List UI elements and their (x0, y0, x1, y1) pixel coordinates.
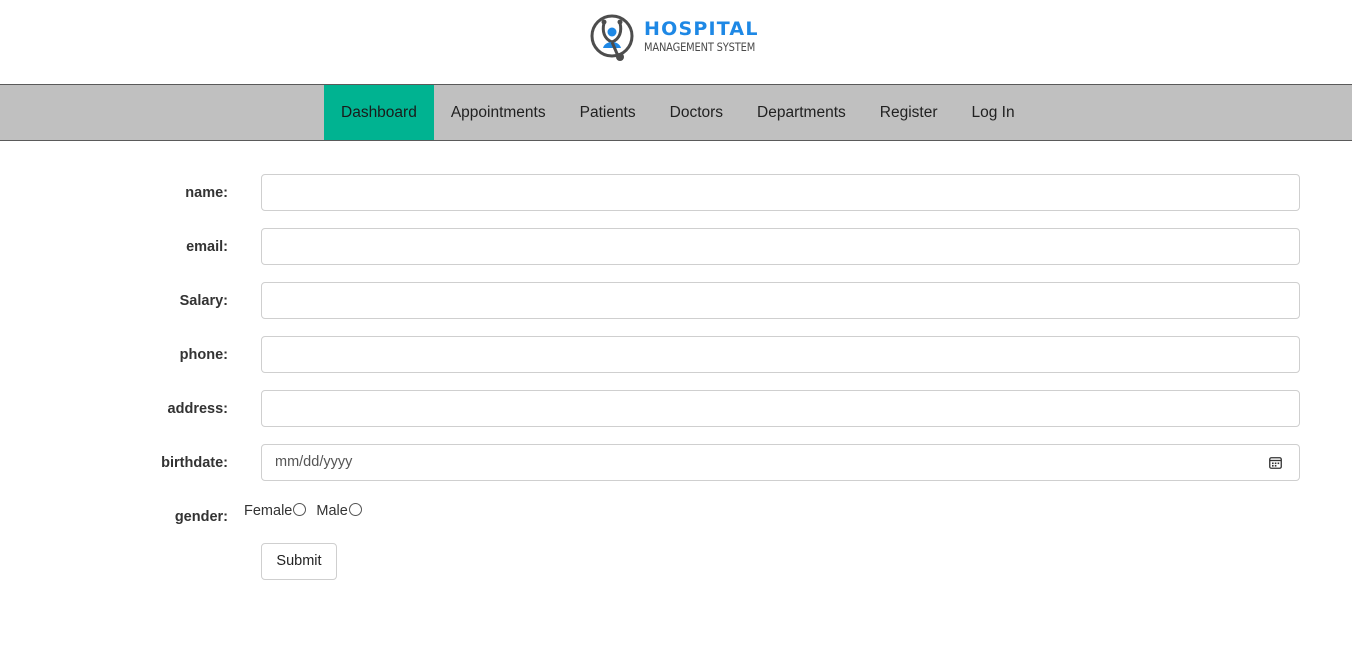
birthdate-placeholder: mm/dd/yyyy (275, 454, 353, 470)
logo-subtitle: MANAGEMENT SYSTEM (644, 40, 756, 55)
birthdate-input[interactable]: mm/dd/yyyy (261, 444, 1300, 481)
name-row: name: (0, 174, 1352, 212)
nav-item-register[interactable]: Register (863, 85, 955, 140)
phone-label: phone: (179, 347, 228, 363)
email-input[interactable] (261, 228, 1300, 265)
gender-male-label: Male (316, 503, 348, 519)
phone-row: phone: (0, 336, 1352, 374)
name-label: name: (185, 185, 228, 201)
page-header: HOSPITAL MANAGEMENT SYSTEM (0, 0, 1352, 84)
hospital-logo[interactable]: HOSPITAL MANAGEMENT SYSTEM (590, 13, 773, 61)
stethoscope-icon (590, 14, 634, 61)
submit-row: Submit (0, 543, 1352, 581)
nav-item-doctors[interactable]: Doctors (653, 85, 740, 140)
address-label: address: (167, 401, 228, 417)
submit-button[interactable]: Submit (261, 543, 337, 580)
address-row: address: (0, 390, 1352, 428)
address-input[interactable] (261, 390, 1300, 427)
gender-male-radio[interactable] (348, 502, 362, 516)
email-label: email: (186, 239, 228, 255)
calendar-icon[interactable] (1269, 456, 1282, 469)
salary-row: Salary: (0, 282, 1352, 320)
gender-row: gender: Female Male (0, 498, 1352, 536)
gender-female-radio[interactable] (293, 502, 307, 516)
nav-item-departments[interactable]: Departments (740, 85, 863, 140)
email-row: email: (0, 228, 1352, 266)
phone-input[interactable] (261, 336, 1300, 373)
nav-item-appointments[interactable]: Appointments (434, 85, 563, 140)
nav-item-patients[interactable]: Patients (563, 85, 653, 140)
gender-female-label: Female (244, 503, 293, 519)
salary-input[interactable] (261, 282, 1300, 319)
salary-label: Salary: (179, 293, 228, 309)
logo-title: HOSPITAL (644, 18, 759, 41)
gender-label: gender: (174, 509, 228, 525)
main-navbar: Dashboard Appointments Patients Doctors … (0, 84, 1352, 141)
gender-options: Female Male (244, 498, 366, 524)
birthdate-row: birthdate: mm/dd/yyyy (0, 444, 1352, 482)
birthdate-label: birthdate: (161, 455, 228, 471)
nav-item-login[interactable]: Log In (954, 85, 1031, 140)
nav-item-dashboard[interactable]: Dashboard (324, 85, 434, 140)
name-input[interactable] (261, 174, 1300, 211)
